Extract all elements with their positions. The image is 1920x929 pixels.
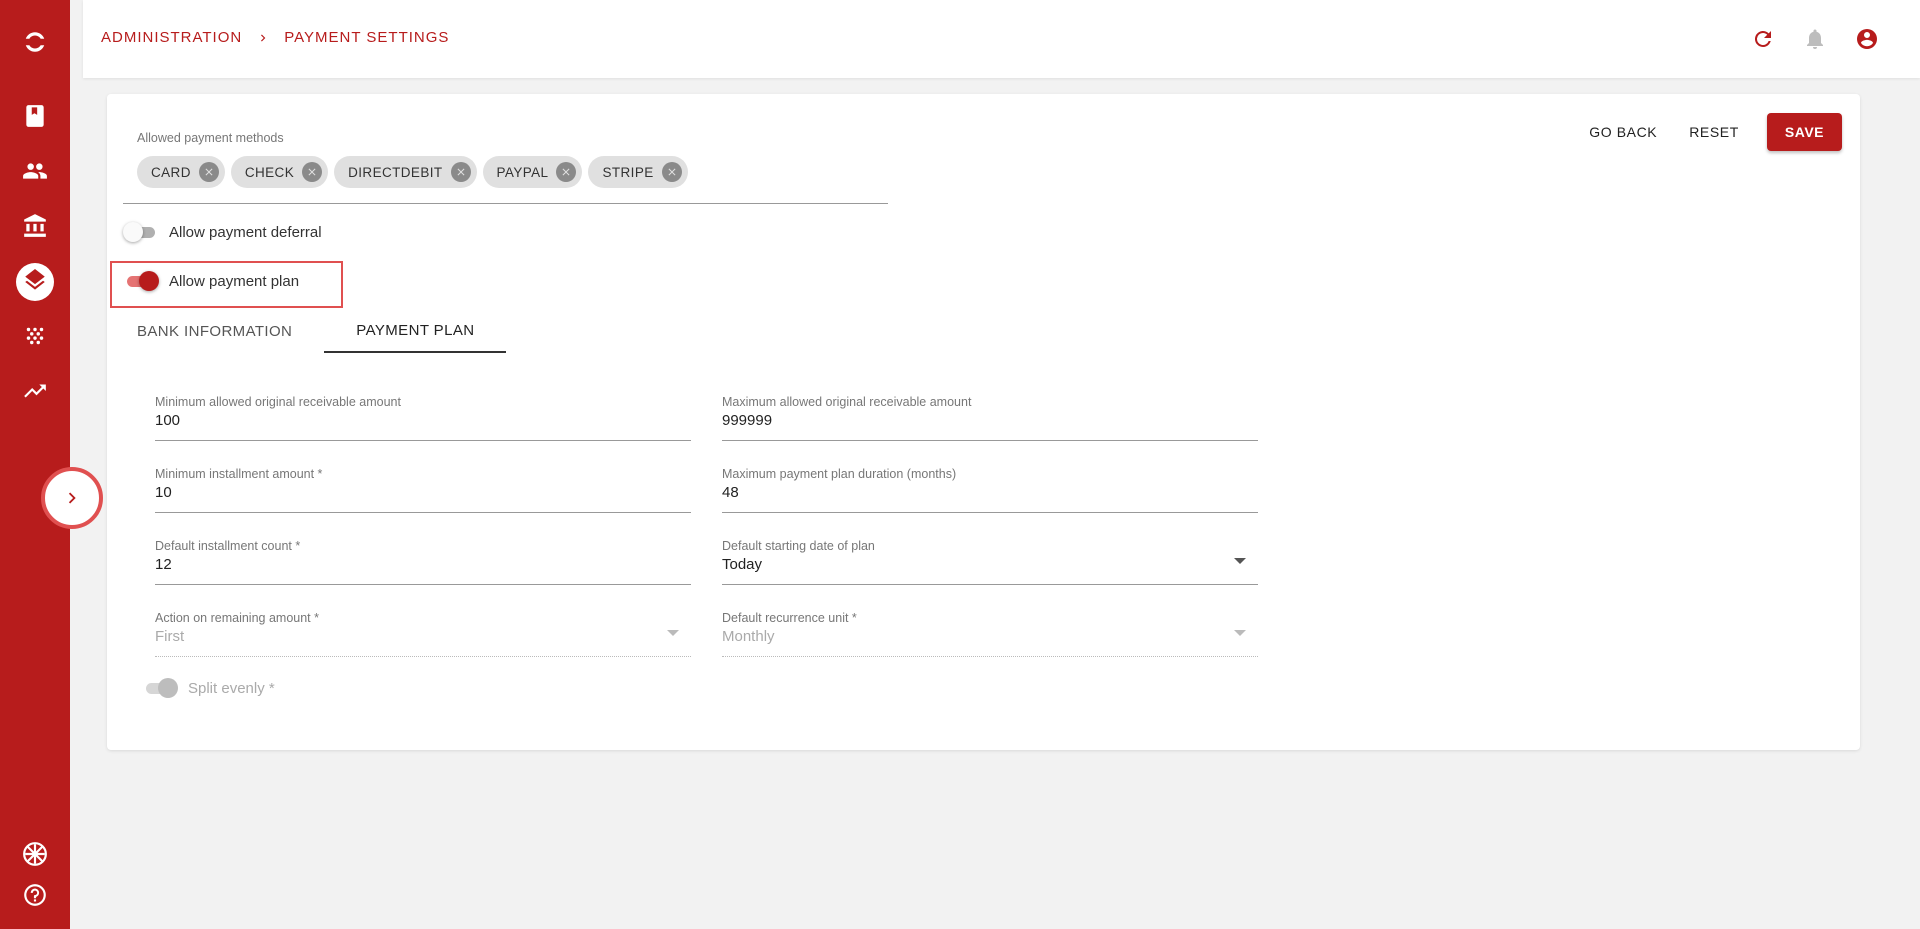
field-label: Maximum allowed original receivable amou… (722, 395, 972, 409)
chevron-right-icon (68, 492, 76, 504)
card-actions: GO BACK RESET SAVE (1569, 113, 1842, 151)
chip-paypal: PAYPAL (482, 156, 583, 188)
field-value[interactable]: 100 (155, 412, 180, 429)
go-back-button[interactable]: GO BACK (1577, 113, 1669, 151)
tab-payment-plan[interactable]: PAYMENT PLAN (324, 309, 507, 353)
breadcrumb-item-administration[interactable]: ADMINISTRATION (101, 29, 242, 46)
reset-button[interactable]: RESET (1677, 113, 1751, 151)
max-duration-field[interactable]: Maximum payment plan duration (months) 4… (722, 459, 1258, 513)
expand-sidebar-button[interactable] (41, 467, 103, 529)
field-value: Monthly (722, 628, 775, 645)
bell-icon[interactable] (1802, 26, 1828, 52)
field-label: Default starting date of plan (722, 539, 875, 553)
payment-methods-label: Allowed payment methods (137, 131, 284, 145)
account-icon[interactable] (1854, 26, 1880, 52)
chip-label: STRIPE (602, 164, 654, 180)
split-evenly-toggle (142, 678, 178, 698)
field-value[interactable]: 12 (155, 556, 172, 573)
min-receivable-field[interactable]: Minimum allowed original receivable amou… (155, 387, 691, 441)
allow-deferral-row: Allow payment deferral (123, 222, 322, 242)
save-button[interactable]: SAVE (1766, 113, 1842, 151)
field-label: Maximum payment plan duration (months) (722, 467, 957, 481)
field-value[interactable]: 48 (722, 484, 739, 501)
field-label: Default installment count * (155, 539, 301, 553)
refresh-icon[interactable] (1750, 26, 1776, 52)
remaining-action-select: Action on remaining amount * First (155, 603, 691, 657)
allow-plan-label: Allow payment plan (169, 272, 300, 290)
min-installment-field[interactable]: Minimum installment amount * 10 (155, 459, 691, 513)
payment-methods-chips: CARD CHECK DIRECTDEBIT PAYPAL STRIPE (137, 156, 688, 188)
field-value: Today (722, 556, 763, 573)
chip-label: PAYPAL (496, 164, 549, 180)
breadcrumb: ADMINISTRATION PAYMENT SETTINGS (101, 29, 449, 46)
split-evenly-row: Split evenly * (142, 678, 275, 698)
default-count-field[interactable]: Default installment count * 12 (155, 531, 691, 585)
chip-label: DIRECTDEBIT (348, 164, 443, 180)
field-value[interactable]: 999999 (722, 412, 772, 429)
dropdown-arrow-icon (667, 630, 679, 636)
field-label: Minimum allowed original receivable amou… (155, 395, 401, 409)
allow-deferral-label: Allow payment deferral (169, 223, 322, 241)
book-icon[interactable] (17, 98, 53, 134)
chip-card: CARD (137, 156, 225, 188)
allow-plan-toggle[interactable] (123, 271, 159, 291)
dropdown-arrow-icon[interactable] (1234, 558, 1246, 564)
uk-flag-icon[interactable] (17, 836, 53, 872)
chip-label: CHECK (244, 164, 295, 180)
breadcrumb-item-payment-settings: PAYMENT SETTINGS (284, 29, 450, 46)
payment-methods-input-underline[interactable] (123, 203, 888, 204)
settings-tabs: BANK INFORMATION PAYMENT PLAN (137, 309, 507, 353)
sidebar (0, 0, 70, 929)
layers-icon[interactable] (16, 263, 54, 301)
chip-check: CHECK (230, 156, 329, 188)
field-value: First (155, 628, 185, 645)
field-label: Action on remaining amount * (155, 611, 319, 625)
chip-label: CARD (151, 164, 191, 180)
remove-chip-icon[interactable] (450, 162, 471, 182)
max-receivable-field[interactable]: Maximum allowed original receivable amou… (722, 387, 1258, 441)
tab-bank-information[interactable]: BANK INFORMATION (137, 309, 324, 353)
field-value[interactable]: 10 (155, 484, 172, 501)
field-label: Minimum installment amount * (155, 467, 323, 481)
chevron-right-icon (256, 31, 270, 45)
bank-icon[interactable] (17, 208, 53, 244)
top-bar: ADMINISTRATION PAYMENT SETTINGS (83, 0, 1920, 78)
remove-chip-icon[interactable] (661, 162, 682, 182)
allow-plan-row: Allow payment plan (123, 271, 299, 291)
remove-chip-icon[interactable] (556, 162, 577, 182)
chip-directdebit: DIRECTDEBIT (334, 156, 477, 188)
remove-chip-icon[interactable] (198, 162, 219, 182)
help-icon[interactable] (17, 877, 53, 913)
trending-up-icon[interactable] (17, 373, 53, 409)
field-label: Default recurrence unit * (722, 611, 857, 625)
payment-settings-card: Allowed payment methods CARD CHECK DIREC… (107, 94, 1860, 750)
people-icon[interactable] (17, 153, 53, 189)
chip-stripe: STRIPE (588, 156, 688, 188)
split-evenly-label: Split evenly * (188, 679, 275, 697)
allow-deferral-toggle[interactable] (123, 222, 159, 242)
remove-chip-icon[interactable] (302, 162, 323, 182)
recurrence-unit-select: Default recurrence unit * Monthly (722, 603, 1258, 657)
logo-icon[interactable] (17, 24, 53, 60)
dots-icon[interactable] (17, 318, 53, 354)
default-start-select[interactable]: Default starting date of plan Today (722, 531, 1258, 585)
dropdown-arrow-icon (1234, 630, 1246, 636)
